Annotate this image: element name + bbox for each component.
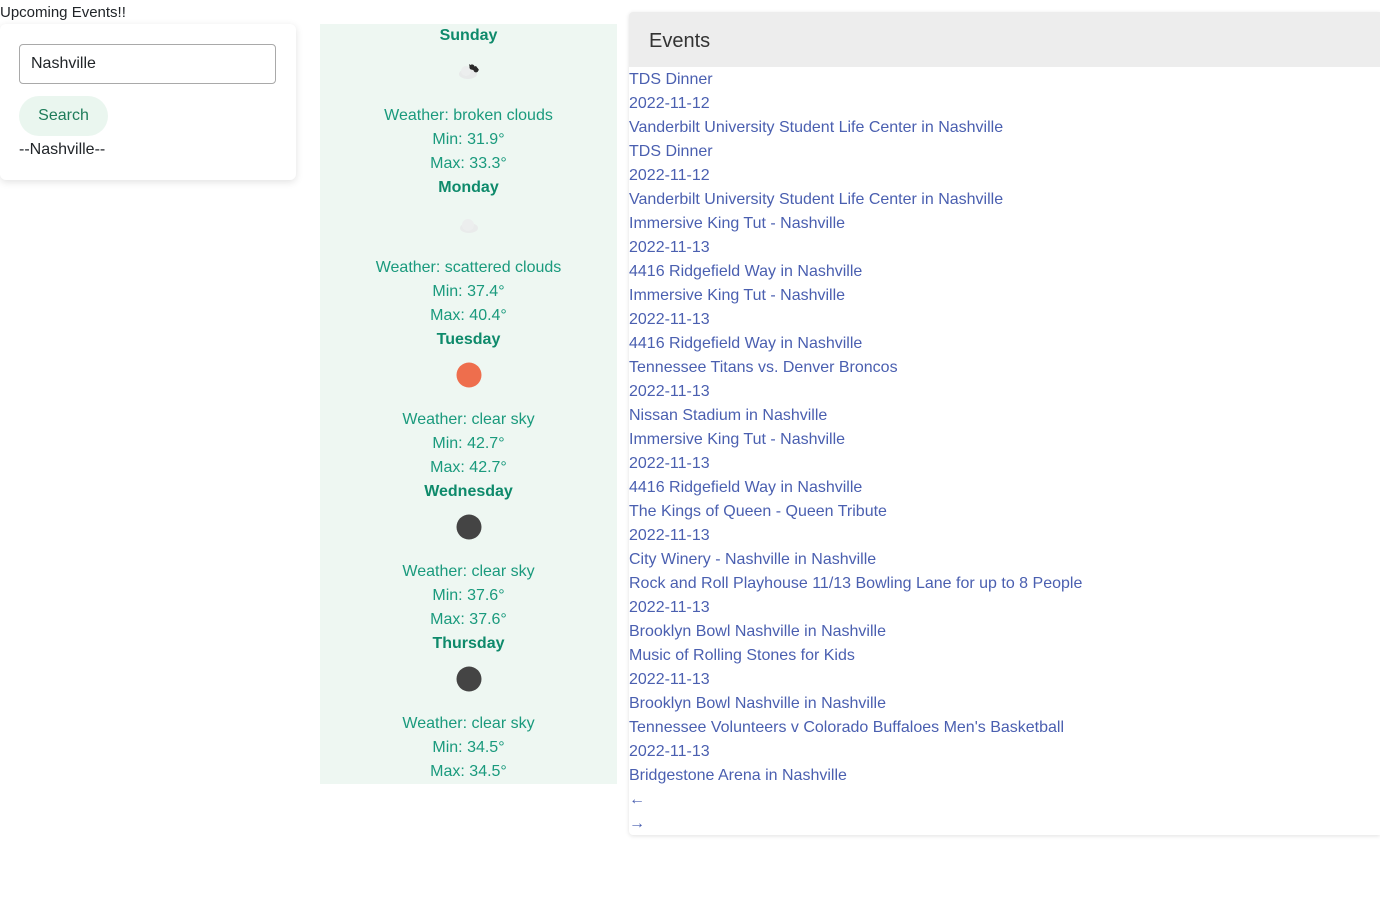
previous-page-arrow[interactable]: ← (629, 788, 1380, 812)
weather-day-wednesday: Wednesday Weather: clear sky Min: 37.6° Max… (320, 480, 617, 632)
event-venue[interactable]: Vanderbilt University Student Life Cente… (629, 116, 1380, 140)
event-date[interactable]: 2022-11-13 (629, 524, 1380, 548)
weather-day-monday: Monday Weather: scattered clouds Min: 37.4… (320, 176, 617, 328)
event-name-link[interactable]: Tennessee Titans vs. Denver Broncos (629, 356, 1380, 380)
weather-max-temp: Max: 33.3° (430, 155, 507, 172)
event-name-link[interactable]: Immersive King Tut - Nashville (629, 212, 1380, 236)
event-venue[interactable]: 4416 Ridgefield Way in Nashville (629, 332, 1380, 356)
event-date[interactable]: 2022-11-12 (629, 92, 1380, 116)
scattered-clouds-icon (456, 210, 482, 236)
search-card: Search --Nashville-- (0, 24, 296, 180)
event-date[interactable]: 2022-11-13 (629, 308, 1380, 332)
search-button[interactable]: Search (19, 96, 108, 136)
weather-max-temp: Max: 42.7° (430, 459, 507, 476)
events-panel: Events TDS Dinner 2022-11-12 Vanderbilt Un… (629, 12, 1380, 835)
weather-max-temp: Max: 34.5° (430, 763, 507, 780)
event-name-link[interactable]: Tennessee Volunteers v Colorado Buffaloe… (629, 716, 1380, 740)
events-list: TDS Dinner 2022-11-12 Vanderbilt Universit… (629, 68, 1380, 836)
event-name-link[interactable]: Rock and Roll Playhouse 11/13 Bowling La… (629, 572, 1380, 596)
weather-description: Weather: clear sky (402, 715, 535, 732)
event-venue[interactable]: City Winery - Nashville in Nashville (629, 548, 1380, 572)
weather-min-temp: Min: 37.4° (432, 283, 505, 300)
events-header: Events (629, 12, 1380, 67)
weather-description: Weather: broken clouds (384, 107, 553, 124)
clear-sky-night-icon (456, 514, 482, 540)
event-date[interactable]: 2022-11-13 (629, 452, 1380, 476)
weather-day-thursday: Thursday Weather: clear sky Min: 34.5° Max:… (320, 632, 617, 784)
next-page-arrow[interactable]: → (629, 812, 1380, 836)
search-input[interactable] (19, 44, 276, 84)
event-name-link[interactable]: Immersive King Tut - Nashville (629, 284, 1380, 308)
weather-day-sunday: Sunday Weather: broken clouds Min: 31.9° Ma… (320, 24, 617, 176)
weather-max-temp: Max: 40.4° (430, 307, 507, 324)
event-date[interactable]: 2022-11-12 (629, 164, 1380, 188)
weather-description: Weather: clear sky (402, 563, 535, 580)
weather-day-name: Monday (438, 179, 499, 196)
event-date[interactable]: 2022-11-13 (629, 668, 1380, 692)
weather-min-temp: Min: 42.7° (432, 435, 505, 452)
weather-description: Weather: scattered clouds (375, 259, 562, 276)
events-title: Events (649, 30, 711, 52)
event-venue[interactable]: Nissan Stadium in Nashville (629, 404, 1380, 428)
event-name-link[interactable]: Music of Rolling Stones for Kids (629, 644, 1380, 668)
event-name-link[interactable]: TDS Dinner (629, 140, 1380, 164)
weather-min-temp: Min: 31.9° (432, 131, 505, 148)
clear-sky-night-icon (456, 666, 482, 692)
event-venue[interactable]: 4416 Ridgefield Way in Nashville (629, 476, 1380, 500)
event-venue[interactable]: 4416 Ridgefield Way in Nashville (629, 260, 1380, 284)
weather-min-temp: Min: 34.5° (432, 739, 505, 756)
city-label: --Nashville-- (19, 141, 106, 158)
weather-day-name: Sunday (439, 27, 498, 44)
event-date[interactable]: 2022-11-13 (629, 740, 1380, 764)
weather-forecast-panel: Sunday Weather: broken clouds Min: 31.9° Ma… (320, 24, 617, 784)
event-name-link[interactable]: Immersive King Tut - Nashville (629, 428, 1380, 452)
event-name-link[interactable]: The Kings of Queen - Queen Tribute (629, 500, 1380, 524)
weather-day-tuesday: Tuesday Weather: clear sky Min: 42.7° Max: … (320, 328, 617, 480)
event-venue[interactable]: Brooklyn Bowl Nashville in Nashville (629, 692, 1380, 716)
weather-day-name: Thursday (432, 635, 505, 652)
clear-sky-day-icon (456, 362, 482, 388)
page-heading: Upcoming Events!! (0, 4, 126, 21)
weather-day-name: Wednesday (424, 483, 513, 500)
event-venue[interactable]: Bridgestone Arena in Nashville (629, 764, 1380, 788)
event-name-link[interactable]: TDS Dinner (629, 68, 1380, 92)
weather-day-name: Tuesday (436, 331, 501, 348)
weather-max-temp: Max: 37.6° (430, 611, 507, 628)
weather-min-temp: Min: 37.6° (432, 587, 505, 604)
event-venue[interactable]: Vanderbilt University Student Life Cente… (629, 188, 1380, 212)
event-date[interactable]: 2022-11-13 (629, 596, 1380, 620)
event-venue[interactable]: Brooklyn Bowl Nashville in Nashville (629, 620, 1380, 644)
event-date[interactable]: 2022-11-13 (629, 236, 1380, 260)
event-date[interactable]: 2022-11-13 (629, 380, 1380, 404)
weather-description: Weather: clear sky (402, 411, 535, 428)
broken-clouds-icon (456, 58, 482, 84)
